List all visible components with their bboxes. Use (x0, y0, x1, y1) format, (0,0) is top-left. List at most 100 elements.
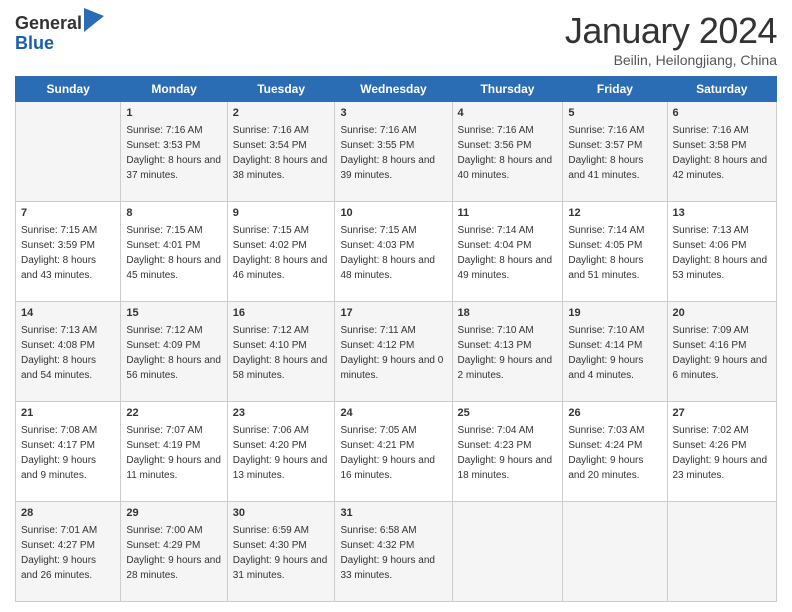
sunrise-text: Sunrise: 7:15 AM (126, 225, 202, 236)
calendar-cell: 24Sunrise: 7:05 AMSunset: 4:21 PMDayligh… (335, 402, 452, 502)
sunrise-text: Sunrise: 7:02 AM (673, 425, 749, 436)
col-wednesday: Wednesday (335, 77, 452, 102)
day-number: 13 (673, 206, 772, 221)
sunset-text: Sunset: 4:20 PM (233, 440, 307, 451)
day-number: 15 (126, 306, 221, 321)
sunset-text: Sunset: 4:12 PM (340, 340, 414, 351)
sunrise-text: Sunrise: 7:11 AM (340, 325, 415, 336)
daylight-text: Daylight: 8 hours and 37 minutes. (126, 155, 221, 181)
day-number: 27 (673, 406, 772, 421)
daylight-text: Daylight: 9 hours and 4 minutes. (568, 355, 643, 381)
daylight-text: Daylight: 8 hours and 54 minutes. (21, 355, 96, 381)
sunrise-text: Sunrise: 7:15 AM (340, 225, 416, 236)
sunrise-text: Sunrise: 7:14 AM (458, 225, 534, 236)
calendar-cell: 25Sunrise: 7:04 AMSunset: 4:23 PMDayligh… (452, 402, 563, 502)
title-block: January 2024 Beilin, Heilongjiang, China (565, 10, 777, 68)
sunset-text: Sunset: 3:55 PM (340, 140, 414, 151)
calendar-cell: 12Sunrise: 7:14 AMSunset: 4:05 PMDayligh… (563, 202, 667, 302)
sunset-text: Sunset: 4:01 PM (126, 240, 200, 251)
sunrise-text: Sunrise: 7:15 AM (21, 225, 97, 236)
sunset-text: Sunset: 4:32 PM (340, 540, 414, 551)
day-number: 25 (458, 406, 558, 421)
sunrise-text: Sunrise: 7:10 AM (568, 325, 644, 336)
daylight-text: Daylight: 9 hours and 9 minutes. (21, 455, 96, 481)
sunset-text: Sunset: 4:10 PM (233, 340, 307, 351)
main-title: January 2024 (565, 10, 777, 52)
daylight-text: Daylight: 9 hours and 16 minutes. (340, 455, 435, 481)
daylight-text: Daylight: 8 hours and 58 minutes. (233, 355, 328, 381)
calendar-cell: 31 Sunrise: 6:58 AM Sunset: 4:32 PM Dayligh… (335, 502, 452, 602)
calendar-cell: 30Sunrise: 6:59 AMSunset: 4:30 PMDayligh… (227, 502, 335, 602)
day-number: 8 (126, 206, 221, 221)
day-number: 30 (233, 506, 330, 521)
day-number: 19 (568, 306, 661, 321)
calendar-cell: 18Sunrise: 7:10 AMSunset: 4:13 PMDayligh… (452, 302, 563, 402)
daylight-text: Daylight: 9 hours and 31 minutes. (233, 555, 328, 581)
sunset-text: Sunset: 3:57 PM (568, 140, 642, 151)
sunrise-text: Sunrise: 7:10 AM (458, 325, 534, 336)
day-number: 17 (340, 306, 446, 321)
daylight-text: Daylight: 8 hours and 51 minutes. (568, 255, 643, 281)
sunset-text: Sunset: 3:54 PM (233, 140, 307, 151)
day-number: 3 (340, 106, 446, 121)
calendar-cell: 20Sunrise: 7:09 AMSunset: 4:16 PMDayligh… (667, 302, 777, 402)
sunrise-text: Sunrise: 7:14 AM (568, 225, 644, 236)
sunrise-text: Sunrise: 7:00 AM (126, 525, 202, 536)
calendar-cell: 22Sunrise: 7:07 AMSunset: 4:19 PMDayligh… (121, 402, 227, 502)
sunrise-text: Sunrise: 6:58 AM (340, 525, 416, 536)
sunrise-text: Sunrise: 7:05 AM (340, 425, 416, 436)
sunrise-text: Sunrise: 7:16 AM (673, 125, 749, 136)
sunset-text: Sunset: 4:19 PM (126, 440, 200, 451)
day-number: 7 (21, 206, 115, 221)
logo: General Blue (15, 14, 104, 54)
sunrise-text: Sunrise: 7:16 AM (126, 125, 202, 136)
day-number: 5 (568, 106, 661, 121)
daylight-text: Daylight: 9 hours and 13 minutes. (233, 455, 328, 481)
day-number: 16 (233, 306, 330, 321)
calendar-cell: 15Sunrise: 7:12 AMSunset: 4:09 PMDayligh… (121, 302, 227, 402)
day-number: 2 (233, 106, 330, 121)
calendar-week-4: 21Sunrise: 7:08 AMSunset: 4:17 PMDayligh… (16, 402, 777, 502)
sunset-text: Sunset: 3:56 PM (458, 140, 532, 151)
daylight-text: Daylight: 8 hours and 53 minutes. (673, 255, 768, 281)
day-number: 1 (126, 106, 221, 121)
day-number: 23 (233, 406, 330, 421)
daylight-text: Daylight: 8 hours and 56 minutes. (126, 355, 221, 381)
calendar-cell: 28Sunrise: 7:01 AMSunset: 4:27 PMDayligh… (16, 502, 121, 602)
sunset-text: Sunset: 4:04 PM (458, 240, 532, 251)
calendar-cell (16, 102, 121, 202)
calendar-cell: 2Sunrise: 7:16 AMSunset: 3:54 PMDaylight… (227, 102, 335, 202)
sunset-text: Sunset: 4:13 PM (458, 340, 532, 351)
day-number: 24 (340, 406, 446, 421)
calendar-cell: 29Sunrise: 7:00 AMSunset: 4:29 PMDayligh… (121, 502, 227, 602)
calendar-table: Sunday Monday Tuesday Wednesday Thursday… (15, 76, 777, 602)
day-number: 22 (126, 406, 221, 421)
day-number: 29 (126, 506, 221, 521)
calendar-week-5: 28Sunrise: 7:01 AMSunset: 4:27 PMDayligh… (16, 502, 777, 602)
calendar-week-1: 1 Sunrise: 7:16 AM Sunset: 3:53 PM Daylight… (16, 102, 777, 202)
calendar-cell: 19Sunrise: 7:10 AMSunset: 4:14 PMDayligh… (563, 302, 667, 402)
sunset-text: Sunset: 3:58 PM (673, 140, 747, 151)
daylight-text: Daylight: 9 hours and 33 minutes. (340, 555, 435, 581)
daylight-text: Daylight: 9 hours and 0 minutes. (340, 355, 443, 381)
calendar-cell: 13Sunrise: 7:13 AMSunset: 4:06 PMDayligh… (667, 202, 777, 302)
day-number: 31 (340, 506, 446, 521)
header: General Blue January 2024 Beilin, Heilon… (15, 10, 777, 68)
sunrise-text: Sunrise: 7:16 AM (458, 125, 534, 136)
daylight-text: Daylight: 8 hours and 46 minutes. (233, 255, 328, 281)
calendar-cell: 4Sunrise: 7:16 AMSunset: 3:56 PMDaylight… (452, 102, 563, 202)
day-number: 12 (568, 206, 661, 221)
sunset-text: Sunset: 4:06 PM (673, 240, 747, 251)
day-number: 6 (673, 106, 772, 121)
sunrise-text: Sunrise: 7:03 AM (568, 425, 644, 436)
daylight-text: Daylight: 8 hours and 41 minutes. (568, 155, 643, 181)
calendar-cell: 8Sunrise: 7:15 AMSunset: 4:01 PMDaylight… (121, 202, 227, 302)
sunrise-text: Sunrise: 7:08 AM (21, 425, 97, 436)
sunrise-text: Sunrise: 7:01 AM (21, 525, 97, 536)
sunset-text: Sunset: 3:59 PM (21, 240, 95, 251)
daylight-text: Daylight: 8 hours and 40 minutes. (458, 155, 553, 181)
calendar-cell: 3Sunrise: 7:16 AMSunset: 3:55 PMDaylight… (335, 102, 452, 202)
day-number: 11 (458, 206, 558, 221)
sunset-text: Sunset: 3:53 PM (126, 140, 200, 151)
sunset-text: Sunset: 4:09 PM (126, 340, 200, 351)
